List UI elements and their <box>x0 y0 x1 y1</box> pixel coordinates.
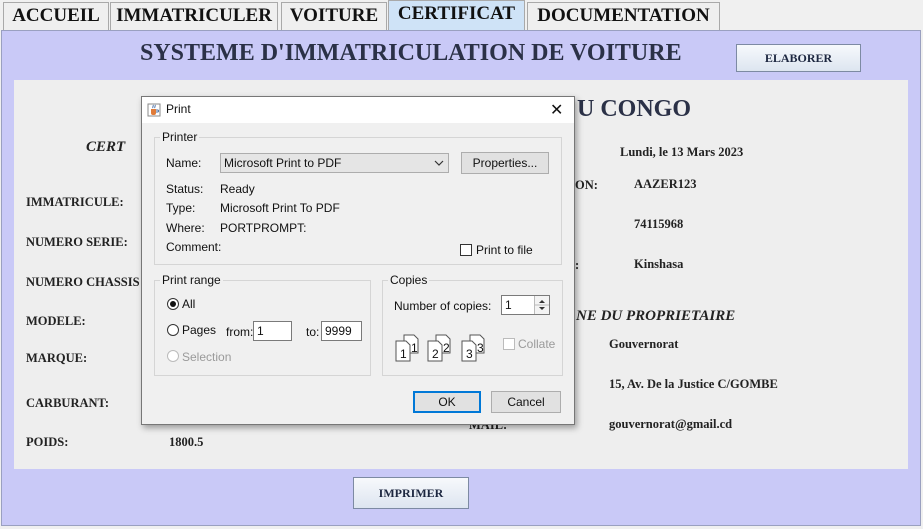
certificate-date: Lundi, le 13 Mars 2023 <box>620 145 744 159</box>
copies-label: Number of copies: <box>394 299 492 313</box>
to-input[interactable]: 9999 <box>321 321 362 341</box>
collate-checkbox[interactable] <box>503 338 515 350</box>
print-to-file-checkbox[interactable] <box>460 244 472 256</box>
comment-label: Comment: <box>166 240 222 254</box>
printer-group-title: Printer <box>160 130 200 144</box>
from-label: from: <box>226 325 254 339</box>
selection-radio[interactable] <box>167 350 179 362</box>
value-immatriculation: AAZER123 <box>634 177 697 191</box>
tab-certificat[interactable]: CERTIFICAT <box>388 0 525 31</box>
label-modele: MODELE: <box>26 314 86 328</box>
print-range-title: Print range <box>160 273 223 287</box>
tab-documentation[interactable]: DOCUMENTATION <box>527 2 720 30</box>
label-poids: POIDS: <box>26 435 69 449</box>
cancel-button[interactable]: Cancel <box>491 391 561 413</box>
tab-accueil[interactable]: ACCUEIL <box>3 2 109 30</box>
all-label: All <box>182 297 196 311</box>
label-immatricule: IMMATRICULE: <box>26 195 124 209</box>
print-to-file-label: Print to file <box>476 243 533 257</box>
imprimer-button[interactable]: IMPRIMER <box>353 477 469 509</box>
owner-address: 15, Av. De la Justice C/GOMBE <box>609 377 778 391</box>
svg-text:3: 3 <box>466 347 473 361</box>
copies-value: 1 <box>505 298 512 312</box>
print-dialog: Print ✕ Printer Name: Microsoft Print to… <box>141 96 575 425</box>
all-radio[interactable] <box>167 298 179 310</box>
copies-spinner[interactable]: 1 <box>501 295 550 315</box>
value-poids: 1800.5 <box>169 435 204 449</box>
to-label: to: <box>306 325 320 339</box>
copies-title: Copies <box>388 273 430 287</box>
pages-radio[interactable] <box>167 324 179 336</box>
where-value: PORTPROMPT: <box>220 221 307 235</box>
certificate-heading: U CONGO <box>577 96 691 122</box>
label-partial-1: ON: <box>575 178 598 192</box>
collate-pages-icon: 11 22 33 <box>394 333 494 366</box>
tab-bar: ACCUEIL IMMATRICULER VOITURE CERTIFICAT … <box>0 0 923 31</box>
label-partial-3: : <box>575 258 580 272</box>
svg-text:3: 3 <box>477 341 484 355</box>
name-label: Name: <box>166 156 202 170</box>
where-label: Where: <box>166 221 205 235</box>
selection-label: Selection <box>182 350 232 364</box>
dialog-title: Print <box>166 102 191 116</box>
label-numero-serie: NUMERO SERIE: <box>26 235 128 249</box>
printer-name-value: Microsoft Print to PDF <box>224 156 342 170</box>
printer-name-select[interactable]: Microsoft Print to PDF <box>220 153 449 173</box>
spinner-arrows-icon[interactable] <box>534 296 549 314</box>
elaborer-button[interactable]: ELABORER <box>736 44 861 72</box>
ok-button[interactable]: OK <box>413 391 481 413</box>
tab-voiture[interactable]: VOITURE <box>281 2 387 30</box>
label-numero-chassis: NUMERO CHASSIS <box>26 275 140 289</box>
type-value: Microsoft Print To PDF <box>220 201 340 215</box>
tab-immatriculer[interactable]: IMMATRICULER <box>110 2 278 30</box>
svg-text:2: 2 <box>432 347 439 361</box>
value-numero: 74115968 <box>634 217 684 231</box>
value-ville: Kinshasa <box>634 257 684 271</box>
svg-text:1: 1 <box>411 341 418 355</box>
close-icon[interactable]: ✕ <box>550 100 563 120</box>
chevron-down-icon <box>434 154 444 177</box>
pages-label: Pages <box>182 323 217 337</box>
label-marque: MARQUE: <box>26 351 88 365</box>
page-title: SYSTEME D'IMMATRICULATION DE VOITURE <box>140 40 682 66</box>
from-input[interactable]: 1 <box>253 321 292 341</box>
properties-button[interactable]: Properties... <box>461 152 549 174</box>
svg-text:1: 1 <box>400 347 407 361</box>
svg-text:2: 2 <box>443 341 450 355</box>
java-cup-icon <box>147 103 161 117</box>
type-label: Type: <box>166 201 196 215</box>
owner-section-title: NE DU PROPRIETAIRE <box>576 308 736 324</box>
owner-email: gouvernorat@gmail.cd <box>609 417 733 431</box>
certificate-subheading: CERT <box>86 139 126 155</box>
owner-name: Gouvernorat <box>609 337 679 351</box>
collate-label: Collate <box>518 337 556 351</box>
status-value: Ready <box>220 182 255 196</box>
label-carburant: CARBURANT: <box>26 396 110 410</box>
status-label: Status: <box>166 182 204 196</box>
dialog-titlebar[interactable] <box>142 97 574 123</box>
